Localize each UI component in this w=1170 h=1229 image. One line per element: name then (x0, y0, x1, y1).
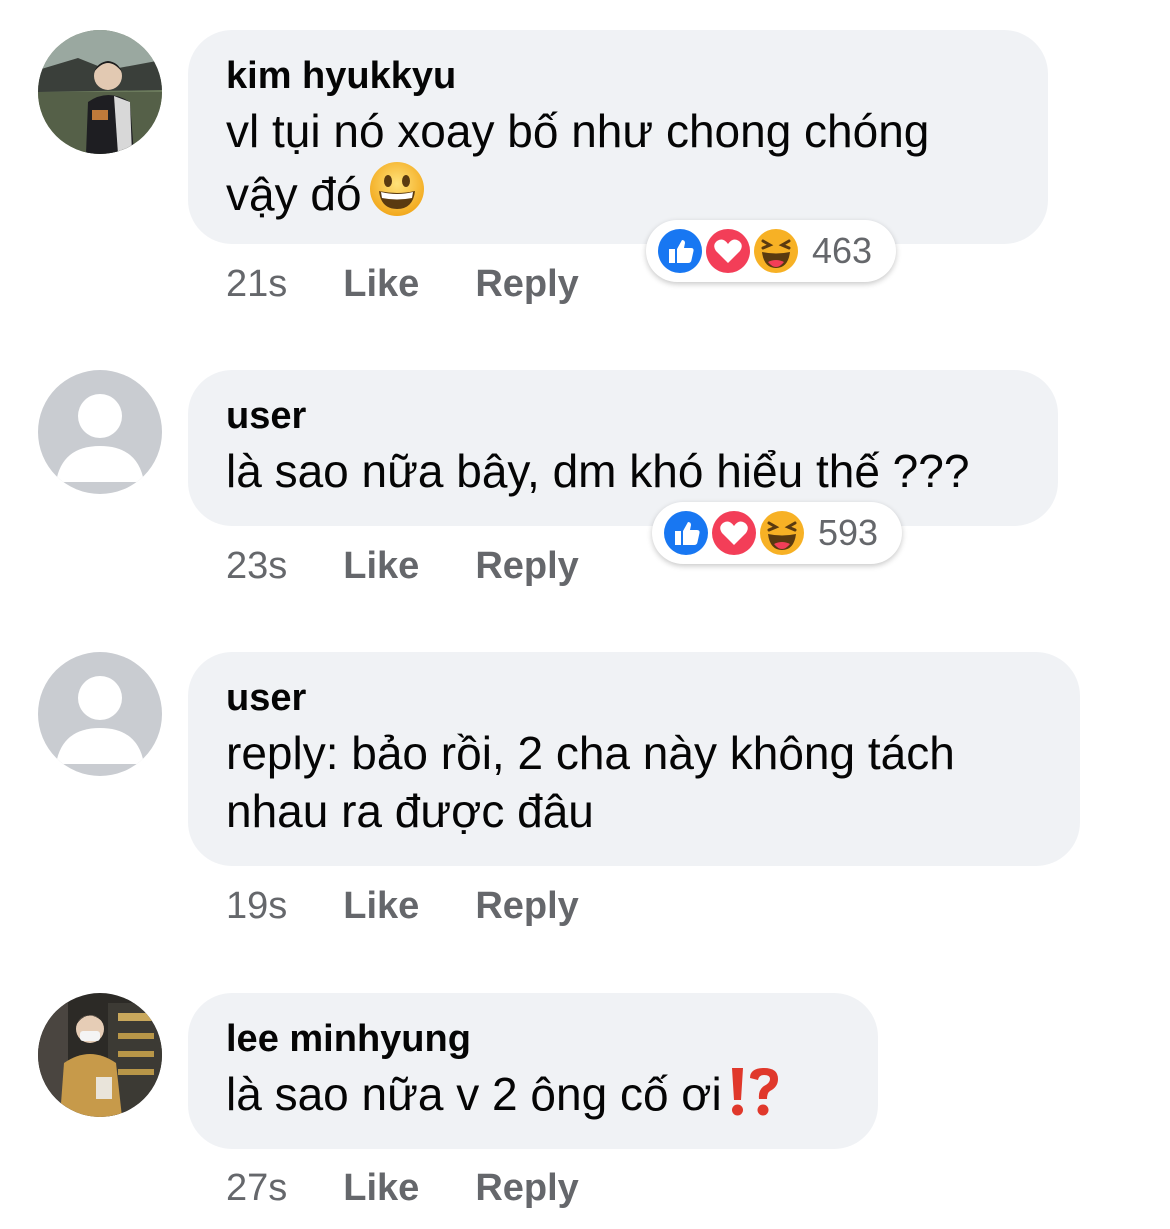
reply-button[interactable]: Reply (475, 884, 578, 928)
avatar[interactable] (38, 993, 162, 1117)
reactions-summary[interactable]: 463 (646, 220, 896, 282)
comment-text-content: là sao nữa v 2 ông cố ơi (226, 1068, 722, 1120)
comment-text: reply: bảo rồi, 2 cha này không tách nha… (226, 727, 955, 837)
exclamation-question-mark-icon (728, 1066, 784, 1131)
comment-bubble: user reply: bảo rồi, 2 cha này không tác… (188, 652, 1080, 866)
like-button[interactable]: Like (343, 884, 419, 928)
comment-actions: 19s Like Reply (226, 884, 579, 928)
comment-text: là sao nữa bây, dm khó hiểu thế ??? (226, 445, 970, 497)
comment-text: là sao nữa v 2 ông cố ơi (226, 1065, 840, 1131)
avatar[interactable] (38, 30, 162, 154)
comment-author[interactable]: user (226, 676, 1042, 720)
default-avatar-icon (38, 370, 162, 494)
comment-actions: 27s Like Reply (226, 1166, 579, 1210)
reaction-count: 463 (812, 230, 873, 271)
comment-author[interactable]: lee minhyung (226, 1017, 840, 1061)
like-button[interactable]: Like (343, 1166, 419, 1210)
comment-bubble: kim hyukkyu vl tụi nó xoay bố như chong … (188, 30, 1048, 244)
comment-text: vl tụi nó xoay bố như chong chóng vậy đó (226, 102, 1010, 231)
comment-author[interactable]: kim hyukkyu (226, 54, 1010, 98)
comment-timestamp[interactable]: 23s (226, 544, 287, 588)
comment-author[interactable]: user (226, 394, 1020, 438)
comment-actions: 23s Like Reply (226, 544, 579, 588)
haha-icon (750, 225, 802, 277)
user-photo-icon (38, 993, 162, 1117)
love-icon (708, 507, 760, 559)
user-photo-icon (38, 30, 162, 154)
grinning-face-icon (368, 160, 426, 231)
comment-actions: 21s Like Reply (226, 262, 579, 306)
like-icon (654, 225, 706, 277)
reactions-summary[interactable]: 593 (652, 502, 902, 564)
default-avatar-icon (38, 652, 162, 776)
avatar[interactable] (38, 652, 162, 776)
reply-button[interactable]: Reply (475, 544, 578, 588)
comment-timestamp[interactable]: 21s (226, 262, 287, 306)
like-button[interactable]: Like (343, 262, 419, 306)
comment-timestamp[interactable]: 27s (226, 1166, 287, 1210)
comment-text-content: vl tụi nó xoay bố như chong chóng vậy đó (226, 105, 930, 220)
reaction-count: 593 (818, 512, 879, 553)
like-button[interactable]: Like (343, 544, 419, 588)
reply-button[interactable]: Reply (475, 1166, 578, 1210)
comment-bubble: user là sao nữa bây, dm khó hiểu thế ??? (188, 370, 1058, 526)
haha-icon (756, 507, 808, 559)
comment-bubble: lee minhyung là sao nữa v 2 ông cố ơi (188, 993, 878, 1149)
comment-timestamp[interactable]: 19s (226, 884, 287, 928)
reply-button[interactable]: Reply (475, 262, 578, 306)
love-icon (702, 225, 754, 277)
like-icon (660, 507, 712, 559)
avatar[interactable] (38, 370, 162, 494)
